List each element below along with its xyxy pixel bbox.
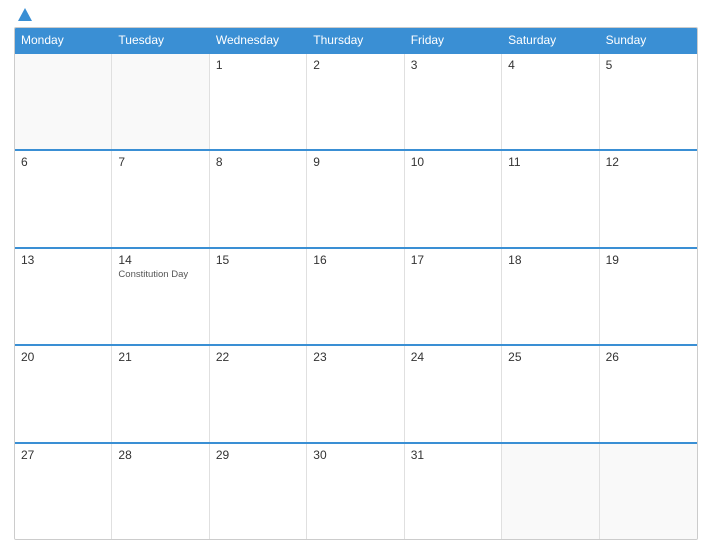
day-number: 7 bbox=[118, 155, 202, 169]
calendar-cell bbox=[112, 54, 209, 149]
calendar-cell bbox=[600, 444, 697, 539]
day-number: 2 bbox=[313, 58, 397, 72]
calendar-cell: 15 bbox=[210, 249, 307, 344]
day-number: 17 bbox=[411, 253, 495, 267]
day-number: 18 bbox=[508, 253, 592, 267]
day-number: 16 bbox=[313, 253, 397, 267]
calendar-cell: 30 bbox=[307, 444, 404, 539]
day-number: 12 bbox=[606, 155, 691, 169]
day-of-week-sunday: Sunday bbox=[600, 28, 697, 52]
calendar-header: MondayTuesdayWednesdayThursdayFridaySatu… bbox=[15, 28, 697, 52]
day-number: 27 bbox=[21, 448, 105, 462]
calendar-cell: 1 bbox=[210, 54, 307, 149]
calendar-cell: 28 bbox=[112, 444, 209, 539]
calendar-cell: 27 bbox=[15, 444, 112, 539]
calendar-cell: 4 bbox=[502, 54, 599, 149]
calendar-cell: 6 bbox=[15, 151, 112, 246]
calendar-cell: 18 bbox=[502, 249, 599, 344]
calendar-cell: 10 bbox=[405, 151, 502, 246]
calendar: MondayTuesdayWednesdayThursdayFridaySatu… bbox=[14, 27, 698, 540]
day-number: 24 bbox=[411, 350, 495, 364]
calendar-cell: 31 bbox=[405, 444, 502, 539]
calendar-cell: 3 bbox=[405, 54, 502, 149]
day-number: 22 bbox=[216, 350, 300, 364]
day-number: 21 bbox=[118, 350, 202, 364]
week-row-5: 27 28 29 30 31 bbox=[15, 442, 697, 539]
calendar-cell: 14 Constitution Day bbox=[112, 249, 209, 344]
logo-triangle-icon bbox=[18, 8, 32, 21]
calendar-cell: 5 bbox=[600, 54, 697, 149]
day-number: 9 bbox=[313, 155, 397, 169]
week-row-1: 12345 bbox=[15, 52, 697, 149]
calendar-page: MondayTuesdayWednesdayThursdayFridaySatu… bbox=[0, 0, 712, 550]
day-number: 6 bbox=[21, 155, 105, 169]
day-number: 10 bbox=[411, 155, 495, 169]
day-number: 20 bbox=[21, 350, 105, 364]
calendar-cell: 29 bbox=[210, 444, 307, 539]
calendar-cell: 19 bbox=[600, 249, 697, 344]
calendar-cell: 21 bbox=[112, 346, 209, 441]
day-number: 29 bbox=[216, 448, 300, 462]
calendar-cell: 26 bbox=[600, 346, 697, 441]
calendar-cell: 24 bbox=[405, 346, 502, 441]
day-of-week-saturday: Saturday bbox=[502, 28, 599, 52]
calendar-cell: 17 bbox=[405, 249, 502, 344]
calendar-cell bbox=[15, 54, 112, 149]
calendar-cell: 2 bbox=[307, 54, 404, 149]
day-of-week-friday: Friday bbox=[405, 28, 502, 52]
holiday-label: Constitution Day bbox=[118, 269, 202, 280]
week-row-4: 20 21 22 23 24 25 26 bbox=[15, 344, 697, 441]
calendar-cell: 25 bbox=[502, 346, 599, 441]
calendar-cell: 22 bbox=[210, 346, 307, 441]
calendar-cell: 16 bbox=[307, 249, 404, 344]
calendar-cell: 11 bbox=[502, 151, 599, 246]
day-number: 1 bbox=[216, 58, 300, 72]
day-number: 23 bbox=[313, 350, 397, 364]
calendar-cell: 20 bbox=[15, 346, 112, 441]
week-row-3: 13 14 Constitution Day 15 16 17 18 19 bbox=[15, 247, 697, 344]
day-number: 30 bbox=[313, 448, 397, 462]
day-number: 14 bbox=[118, 253, 202, 267]
day-number: 25 bbox=[508, 350, 592, 364]
day-number: 19 bbox=[606, 253, 691, 267]
day-number: 11 bbox=[508, 155, 592, 169]
calendar-cell: 23 bbox=[307, 346, 404, 441]
header bbox=[14, 10, 698, 21]
day-number: 15 bbox=[216, 253, 300, 267]
calendar-cell: 13 bbox=[15, 249, 112, 344]
day-number: 5 bbox=[606, 58, 691, 72]
day-of-week-monday: Monday bbox=[15, 28, 112, 52]
calendar-cell: 8 bbox=[210, 151, 307, 246]
week-row-2: 6789 10 11 12 bbox=[15, 149, 697, 246]
day-number: 31 bbox=[411, 448, 495, 462]
day-number: 13 bbox=[21, 253, 105, 267]
day-number: 26 bbox=[606, 350, 691, 364]
day-number: 3 bbox=[411, 58, 495, 72]
day-of-week-tuesday: Tuesday bbox=[112, 28, 209, 52]
calendar-cell bbox=[502, 444, 599, 539]
day-number: 4 bbox=[508, 58, 592, 72]
calendar-body: 1234567891011121314Constitution Day15161… bbox=[15, 52, 697, 539]
day-number: 28 bbox=[118, 448, 202, 462]
day-of-week-thursday: Thursday bbox=[307, 28, 404, 52]
logo bbox=[14, 10, 32, 21]
calendar-cell: 12 bbox=[600, 151, 697, 246]
calendar-cell: 9 bbox=[307, 151, 404, 246]
calendar-cell: 7 bbox=[112, 151, 209, 246]
day-of-week-wednesday: Wednesday bbox=[210, 28, 307, 52]
day-number: 8 bbox=[216, 155, 300, 169]
